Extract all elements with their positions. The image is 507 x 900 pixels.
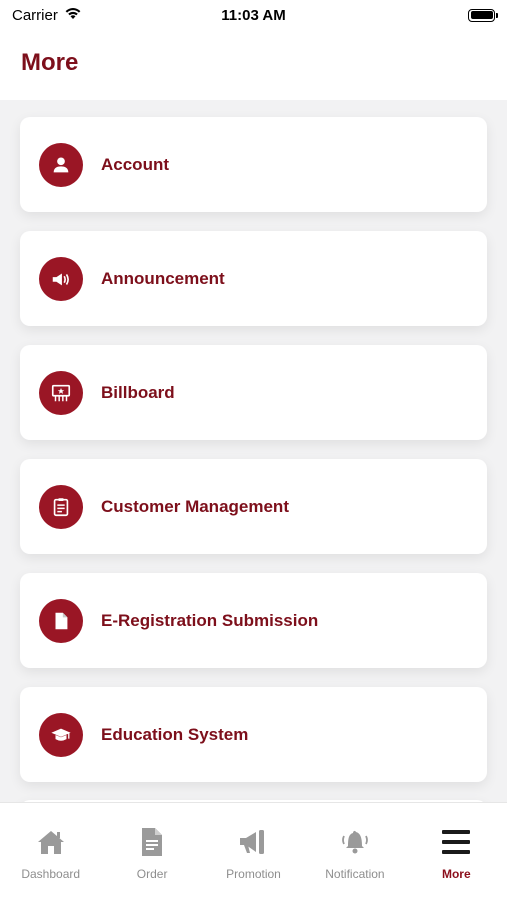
- tab-dashboard[interactable]: Dashboard: [0, 803, 101, 900]
- menu-icon: [439, 825, 473, 859]
- page-title: More: [21, 49, 79, 76]
- home-icon: [34, 825, 68, 859]
- menu-item-label: Education System: [101, 724, 249, 744]
- battery-icon: [468, 8, 498, 22]
- menu-item-education-system[interactable]: Education System: [20, 687, 487, 782]
- tab-promotion[interactable]: Promotion: [203, 803, 304, 900]
- document-icon: [135, 825, 169, 859]
- tab-bar: Dashboard Order Promotion Notification M…: [0, 802, 507, 900]
- wifi-icon: [64, 6, 82, 24]
- menu-item-e-registration-submission[interactable]: E-Registration Submission: [20, 573, 487, 668]
- menu-item-account[interactable]: Account: [20, 117, 487, 212]
- tab-notification[interactable]: Notification: [304, 803, 405, 900]
- menu-item-label: Billboard: [101, 382, 175, 402]
- tab-order[interactable]: Order: [101, 803, 202, 900]
- tab-label: Notification: [325, 867, 385, 881]
- carrier-label: Carrier: [12, 6, 58, 24]
- tab-label: Order: [136, 867, 168, 881]
- menu-list[interactable]: Account Announcement Billboard Customer …: [0, 100, 507, 802]
- megaphone-icon: [237, 825, 271, 859]
- graduation-cap-icon: [39, 712, 83, 757]
- clipboard-icon: [39, 484, 83, 529]
- menu-item-customer-management[interactable]: Customer Management: [20, 459, 487, 554]
- document-icon: [39, 598, 83, 643]
- menu-item-label: E-Registration Submission: [101, 610, 319, 630]
- tab-more[interactable]: More: [406, 803, 507, 900]
- person-icon: [39, 142, 83, 187]
- menu-item-announcement[interactable]: Announcement: [20, 231, 487, 326]
- menu-item-label: Account: [101, 154, 169, 174]
- tab-label: More: [441, 867, 471, 881]
- tab-label: Dashboard: [21, 867, 81, 881]
- billboard-icon: [39, 370, 83, 415]
- carrier-group: Carrier: [12, 6, 82, 24]
- status-bar: Carrier 11:03 AM: [0, 0, 507, 30]
- tab-label: Promotion: [226, 867, 281, 881]
- menu-item-label: Announcement: [101, 268, 225, 288]
- bell-icon: [338, 825, 372, 859]
- menu-item-label: Customer Management: [101, 496, 289, 516]
- megaphone-icon: [39, 256, 83, 301]
- header: More: [0, 30, 507, 100]
- menu-item-billboard[interactable]: Billboard: [20, 345, 487, 440]
